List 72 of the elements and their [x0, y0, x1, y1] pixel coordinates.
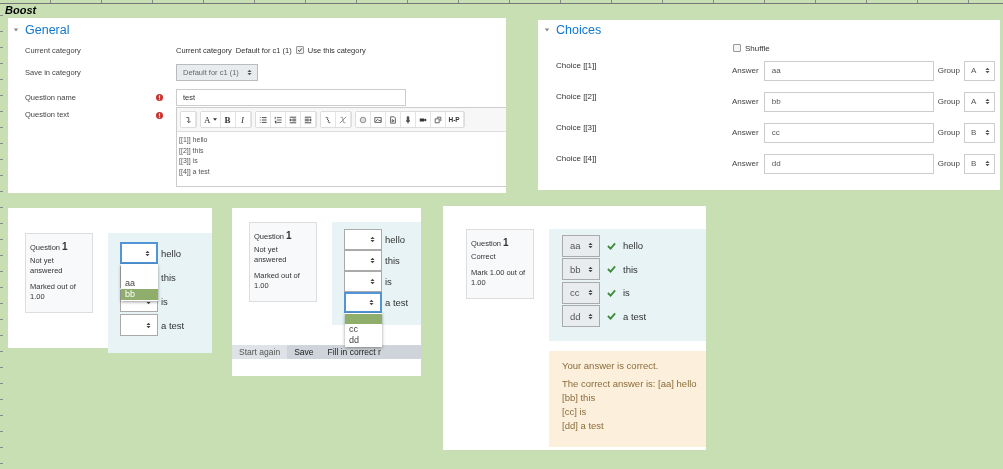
files-icon: [433, 115, 442, 124]
caret-icon[interactable]: [544, 27, 550, 33]
answer-select[interactable]: [120, 242, 158, 264]
gap-text: hello: [385, 234, 406, 245]
section-heading[interactable]: Choices: [556, 23, 602, 37]
gap-text: this: [161, 271, 176, 283]
correct-answer-text: [bb] this: [562, 391, 597, 405]
outdent-icon: [288, 115, 297, 124]
choice-label: Choice [[4]]: [556, 154, 598, 163]
gap-text: a test: [161, 319, 185, 331]
answer-label: Answer: [732, 66, 759, 75]
numbers-icon: [273, 115, 282, 124]
group-select[interactable]: B: [963, 153, 995, 174]
gap-text: is: [385, 276, 392, 287]
correct-answer-text: [dd] a test: [562, 419, 605, 433]
sheet-title: Boost: [5, 4, 37, 16]
gap-text: a test: [385, 297, 409, 308]
video-icon: [418, 115, 427, 124]
group-label: Group: [937, 159, 960, 168]
checkbox[interactable]: [295, 46, 304, 54]
section-heading[interactable]: General: [25, 23, 70, 37]
group-select[interactable]: B: [963, 122, 995, 143]
action-button[interactable]: Start again: [232, 345, 288, 359]
gap-text: is: [161, 295, 168, 307]
feedback-text: Your answer is correct.: [562, 359, 660, 373]
gap-text: this: [623, 263, 638, 275]
answer-select[interactable]: [344, 229, 382, 250]
choice-label: Choice [[3]]: [556, 123, 598, 132]
emoji-icon: [358, 115, 367, 124]
group-select[interactable]: A: [963, 91, 995, 112]
gap-text: hello: [623, 240, 644, 252]
group-label: Group: [937, 128, 960, 137]
answer-field[interactable]: aa: [763, 60, 934, 81]
group-label: Group: [937, 97, 960, 106]
dropdown-option[interactable]: dd: [345, 335, 382, 346]
caret-icon[interactable]: [13, 27, 19, 33]
media-icon: [388, 115, 397, 124]
indent-icon: [303, 115, 312, 124]
emoji-button[interactable]: [355, 112, 371, 127]
caret-icon: [212, 118, 217, 121]
answer-label: Answer: [732, 97, 759, 106]
answer-select[interactable]: [120, 314, 158, 336]
image-icon: [373, 115, 382, 124]
dropdown-option[interactable]: cc: [345, 324, 382, 335]
gap-text: this: [385, 255, 400, 266]
answer-label: Answer: [732, 159, 759, 168]
group-label: Group: [937, 66, 960, 75]
font-button[interactable]: A: [201, 112, 221, 127]
answer-field[interactable]: dd: [763, 153, 934, 174]
gap-text: a test: [623, 310, 647, 322]
bullets-icon: [258, 115, 267, 124]
choice-label: Choice [[1]]: [556, 61, 598, 70]
collapse-icon: [184, 115, 192, 124]
gap-text: is: [623, 287, 630, 299]
bullets-button[interactable]: [255, 112, 271, 127]
checkbox[interactable]: [733, 44, 741, 52]
answer-field[interactable]: cc: [763, 122, 934, 143]
answer-label: Answer: [732, 128, 759, 137]
answer-select[interactable]: [344, 292, 382, 313]
answer-select[interactable]: [344, 250, 382, 271]
answer-field[interactable]: bb: [763, 91, 934, 112]
collapse-button[interactable]: [181, 112, 196, 127]
link-button[interactable]: [320, 112, 336, 127]
group-select[interactable]: A: [963, 60, 995, 81]
answer-select[interactable]: [344, 271, 382, 292]
correct-answer-text: The correct answer is: [aa] hello: [562, 377, 698, 391]
audio-icon: [403, 115, 412, 124]
correct-answer-text: [cc] is: [562, 405, 588, 419]
choice-label: Choice [[2]]: [556, 92, 598, 101]
gap-text: hello: [161, 247, 182, 259]
dropdown-option[interactable]: aa: [121, 278, 158, 289]
checkbox-label: Shuffle: [745, 43, 770, 53]
